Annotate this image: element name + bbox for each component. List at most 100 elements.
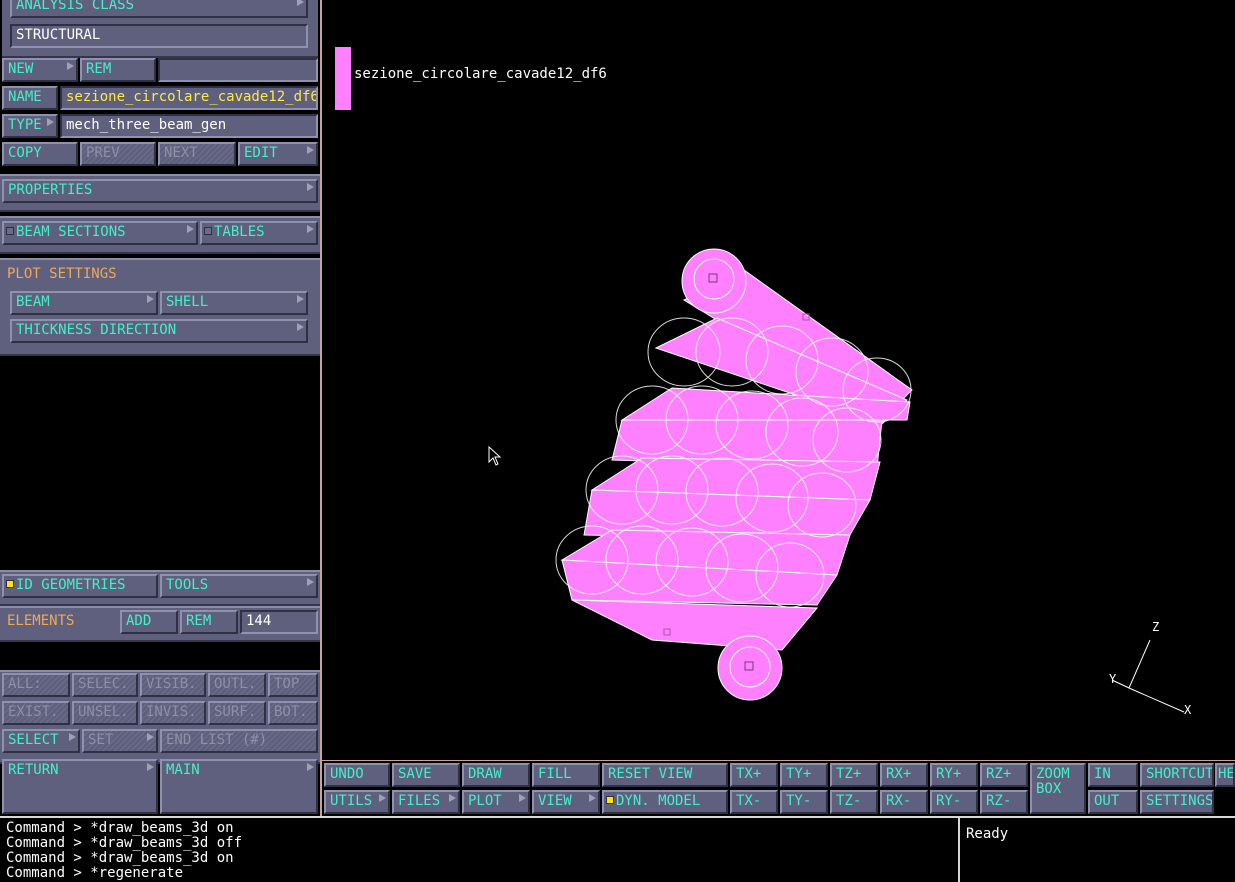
ry-plus-button[interactable]: RY+ <box>930 763 978 787</box>
thickness-direction-label: THICKNESS DIRECTION <box>16 322 177 338</box>
end-list-button[interactable]: END LIST (#) <box>160 729 318 753</box>
return-button[interactable]: RETURN <box>2 759 158 814</box>
rx-minus-button[interactable]: RX- <box>880 790 928 814</box>
main-label: MAIN <box>166 762 200 778</box>
id-geometries-button[interactable]: ID GEOMETRIES <box>2 574 158 598</box>
bot-button[interactable]: BOT. <box>268 701 318 725</box>
analysis-class-label: ANALYSIS CLASS <box>16 0 135 13</box>
tables-label: TABLES <box>214 224 265 240</box>
reset-view-button[interactable]: RESET VIEW <box>602 763 728 787</box>
next-button[interactable]: NEXT <box>158 142 236 166</box>
beam-sections-label: BEAM SECTIONS <box>16 224 126 240</box>
set-button[interactable]: SET <box>82 729 158 753</box>
name-field[interactable]: sezione_circolare_cavade12_df6 <box>60 86 318 110</box>
dyn-model-indicator-icon <box>606 796 614 804</box>
rem-button[interactable]: REM <box>80 58 156 82</box>
tools-label: TOOLS <box>166 577 209 593</box>
draw-button[interactable]: DRAW <box>462 763 530 787</box>
graphics-viewport[interactable]: sezione_circolare_cavade12_df6 Z X Y <box>320 0 1235 760</box>
utils-button[interactable]: UTILS <box>324 790 390 814</box>
zoom-box-button[interactable]: ZOOM BOX <box>1030 763 1086 814</box>
analysis-class-button[interactable]: ANALYSIS CLASS <box>10 0 308 18</box>
shell-plot-label: SHELL <box>166 294 209 310</box>
command-console[interactable]: Command > *draw_beams_3d on Command > *d… <box>0 816 960 882</box>
edit-label: EDIT <box>244 145 278 161</box>
tx-minus-button[interactable]: TX- <box>730 790 778 814</box>
beam-sections-indicator-icon <box>6 227 14 235</box>
properties-button[interactable]: PROPERTIES <box>2 179 318 203</box>
unsel-button[interactable]: UNSEL. <box>72 701 138 725</box>
edit-button[interactable]: EDIT <box>238 142 318 166</box>
tables-indicator-icon <box>204 227 212 235</box>
console-line: Command > *draw_beams_3d on <box>6 820 234 836</box>
selec-button[interactable]: SELEC. <box>72 673 138 697</box>
dyn-model-label: DYN. MODEL <box>616 793 701 809</box>
ry-minus-button[interactable]: RY- <box>930 790 978 814</box>
all-button[interactable]: ALL: <box>2 673 70 697</box>
zoom-out-button[interactable]: OUT <box>1088 790 1138 814</box>
exist-button[interactable]: EXIST. <box>2 701 70 725</box>
zoom-box-line2: BOX <box>1036 781 1062 797</box>
status-text: Ready <box>966 826 1009 842</box>
plot-button[interactable]: PLOT <box>462 790 530 814</box>
name-button[interactable]: NAME <box>2 86 58 110</box>
left-menu-panel: ANALYSIS CLASS STRUCTURAL NEW REM NAME s… <box>0 0 320 816</box>
tables-button[interactable]: TABLES <box>200 221 318 245</box>
dyn-model-button[interactable]: DYN. MODEL <box>602 790 728 814</box>
main-button[interactable]: MAIN <box>160 759 318 814</box>
axis-z-label: Z <box>1152 620 1160 634</box>
ty-minus-button[interactable]: TY- <box>780 790 828 814</box>
rx-plus-button[interactable]: RX+ <box>880 763 928 787</box>
elements-add-button[interactable]: ADD <box>120 610 178 634</box>
properties-label: PROPERTIES <box>8 182 93 198</box>
rz-plus-button[interactable]: RZ+ <box>980 763 1028 787</box>
new-button[interactable]: NEW <box>2 58 78 82</box>
outl-button[interactable]: OUTL. <box>208 673 266 697</box>
mouse-cursor-icon <box>488 446 502 466</box>
console-line: Command > *draw_beams_3d off <box>6 835 243 851</box>
help-button[interactable]: HE <box>1215 763 1235 787</box>
elements-rem-button[interactable]: REM <box>180 610 238 634</box>
id-geometries-label: ID GEOMETRIES <box>16 577 126 593</box>
analysis-class-value: STRUCTURAL <box>10 24 308 48</box>
top-button[interactable]: TOP <box>268 673 318 697</box>
spring-model <box>555 248 1185 713</box>
shell-plot-button[interactable]: SHELL <box>160 291 308 315</box>
ty-plus-button[interactable]: TY+ <box>780 763 828 787</box>
tx-plus-button[interactable]: TX+ <box>730 763 778 787</box>
tz-plus-button[interactable]: TZ+ <box>830 763 878 787</box>
console-line: Command > *draw_beams_3d on <box>6 850 234 866</box>
tools-button[interactable]: TOOLS <box>160 574 318 598</box>
visib-button[interactable]: VISIB. <box>140 673 206 697</box>
view-button[interactable]: VIEW <box>532 790 600 814</box>
spring-bottom-end <box>717 635 783 701</box>
rz-minus-button[interactable]: RZ- <box>980 790 1028 814</box>
settings-button[interactable]: SETTINGS <box>1140 790 1214 814</box>
files-button[interactable]: FILES <box>392 790 460 814</box>
save-button[interactable]: SAVE <box>392 763 460 787</box>
utils-label: UTILS <box>330 793 373 809</box>
copy-button[interactable]: COPY <box>2 142 78 166</box>
beam-plot-button[interactable]: BEAM <box>10 291 158 315</box>
new-rem-spacer <box>158 58 318 82</box>
invis-button[interactable]: INVIS. <box>140 701 206 725</box>
select-label: SELECT <box>8 732 59 748</box>
beam-sections-button[interactable]: BEAM SECTIONS <box>2 221 198 245</box>
zoom-box-line1: ZOOM <box>1036 766 1070 782</box>
view-label: VIEW <box>538 793 572 809</box>
surf-button[interactable]: SURF. <box>208 701 266 725</box>
tz-minus-button[interactable]: TZ- <box>830 790 878 814</box>
shortcuts-button[interactable]: SHORTCUTS <box>1140 763 1214 787</box>
bottom-toolbar: UNDO SAVE DRAW FILL RESET VIEW TX+ TY+ T… <box>320 760 1235 816</box>
prev-button[interactable]: PREV <box>80 142 156 166</box>
thickness-direction-button[interactable]: THICKNESS DIRECTION <box>10 319 308 343</box>
zoom-in-button[interactable]: IN <box>1088 763 1138 787</box>
files-label: FILES <box>398 793 441 809</box>
select-button[interactable]: SELECT <box>2 729 80 753</box>
return-label: RETURN <box>8 762 59 778</box>
status-area: Ready <box>960 816 1235 882</box>
fill-button[interactable]: FILL <box>532 763 600 787</box>
undo-button[interactable]: UNDO <box>324 763 390 787</box>
type-field: mech_three_beam_gen <box>60 114 318 138</box>
type-button[interactable]: TYPE <box>2 114 58 138</box>
